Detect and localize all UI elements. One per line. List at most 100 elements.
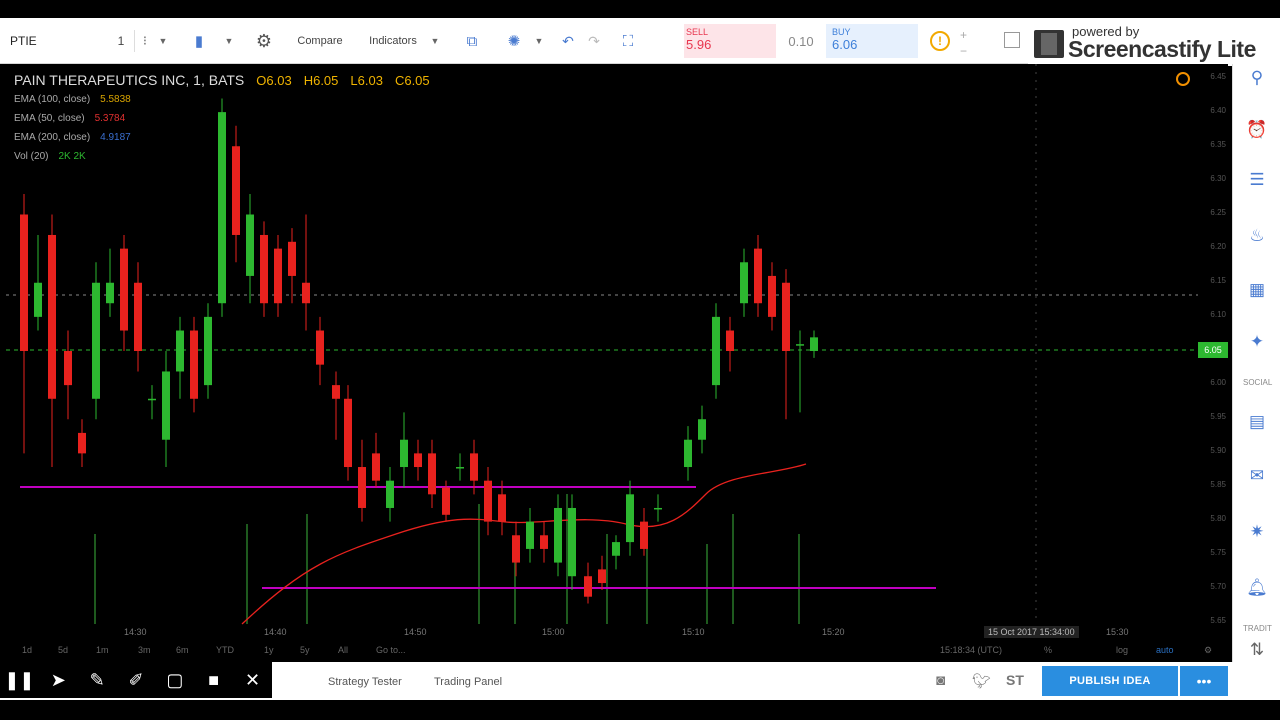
range-1d[interactable]: 1d — [22, 645, 32, 655]
camera-icon[interactable]: ◙ — [936, 672, 945, 689]
trading-label: TRADIT — [1243, 624, 1272, 633]
chat-icon[interactable]: ▤ — [1245, 410, 1269, 434]
candle-body — [740, 262, 748, 304]
candles-icon[interactable]: ▮ — [190, 18, 208, 64]
highlighter-icon[interactable]: ✐ — [117, 662, 156, 698]
indicator-ema200[interactable]: EMA (200, close) 4.9187 — [14, 128, 430, 147]
candle-body — [754, 248, 762, 304]
candle-body — [344, 398, 352, 468]
templates-icon[interactable]: ⧉ — [460, 18, 484, 64]
volume-bar — [566, 494, 568, 624]
time-axis[interactable]: 14:30 14:40 14:50 15:00 15:10 15:20 15:30 15 Oc… — [6, 624, 1228, 642]
candle-body — [400, 439, 408, 468]
search-icon[interactable]: ⚲ — [1245, 66, 1269, 90]
tab-trading-panel[interactable]: Trading Panel — [434, 676, 502, 688]
chart-title[interactable]: PAIN THERAPEUTICS INC, 1, BATS — [14, 72, 244, 88]
publish-idea-button[interactable]: PUBLISH IDEA — [1042, 666, 1178, 696]
range-3m[interactable]: 3m — [138, 645, 151, 655]
time-tick-label: 14:30 — [124, 627, 147, 637]
hotlist-flame-icon[interactable]: ♨ — [1245, 224, 1269, 248]
percent-toggle[interactable]: % — [1044, 645, 1052, 655]
candle-body — [654, 507, 662, 510]
indicator-ema100[interactable]: EMA (100, close) 5.5838 — [14, 90, 430, 109]
auto-toggle[interactable]: auto — [1156, 645, 1174, 655]
range-1m[interactable]: 1m — [96, 645, 109, 655]
goto-date[interactable]: Go to... — [376, 645, 406, 655]
layout-icon[interactable] — [1004, 32, 1020, 48]
pause-icon[interactable]: ❚❚ — [0, 662, 39, 698]
more-options-button[interactable]: ••• — [1180, 666, 1228, 696]
candle-body — [796, 344, 804, 346]
price-tick-label: 5.80 — [1210, 514, 1226, 523]
price-tick-label: 6.20 — [1210, 242, 1226, 251]
alarm-clock-icon[interactable]: ⏰ — [1245, 118, 1269, 142]
alert-bulb-icon[interactable]: ✺ — [504, 18, 524, 64]
range-5d[interactable]: 5d — [58, 645, 68, 655]
buy-button[interactable]: BUY 6.06 — [826, 24, 918, 58]
range-6m[interactable]: 6m — [176, 645, 189, 655]
chart-pane[interactable]: PAIN THERAPEUTICS INC, 1, BATS O6.03 H6.… — [6, 64, 1228, 640]
ideas-icon[interactable]: ✦ — [1245, 330, 1269, 354]
indicators-button[interactable]: Indicators — [362, 18, 424, 64]
log-toggle[interactable]: log — [1116, 645, 1128, 655]
candle-body — [332, 385, 340, 399]
fullscreen-icon[interactable]: ⛶ — [616, 18, 640, 64]
candle-body — [274, 248, 282, 304]
ohlc-close: C6.05 — [394, 72, 430, 88]
chevron-down-icon[interactable]: ▼ — [428, 18, 442, 64]
candle-body — [470, 453, 478, 481]
time-tick-label: 15:30 — [1106, 627, 1129, 637]
gear-icon[interactable]: ⚙ — [252, 18, 276, 64]
close-icon[interactable]: ✕ — [233, 662, 272, 698]
rectangle-icon[interactable]: ▢ — [155, 662, 194, 698]
sell-button[interactable]: SELL 5.96 — [684, 24, 776, 58]
candle-body — [358, 467, 366, 508]
price-tick-label: 5.90 — [1210, 446, 1226, 455]
price-tick-label: 6.35 — [1210, 140, 1226, 149]
warning-icon[interactable]: ! — [930, 31, 950, 51]
ohlc-low: L6.03 — [350, 72, 383, 88]
watchlist-icon[interactable]: ☰ — [1245, 168, 1269, 192]
price-axis[interactable]: 6.45 6.40 6.35 6.30 6.25 6.20 6.15 6.10 6.05 6.00… — [1198, 64, 1228, 640]
camera-icon[interactable]: ■ — [194, 662, 233, 698]
calendar-icon[interactable]: ▦ — [1245, 278, 1269, 302]
tab-strategy-tester[interactable]: Strategy Tester — [328, 676, 402, 688]
bars-style-icon[interactable]: ⁝ — [138, 18, 152, 64]
minus-icon[interactable]: − — [960, 44, 967, 58]
candle-body — [612, 542, 620, 556]
candle-body — [260, 234, 268, 304]
candle-body — [484, 480, 492, 522]
candle-body — [598, 569, 606, 584]
interval-selector[interactable]: 1 — [110, 18, 132, 64]
pen-icon[interactable]: ✎ — [78, 662, 117, 698]
indicator-label: Vol (20) — [14, 151, 49, 162]
indicator-ema50[interactable]: EMA (50, close) 5.3784 — [14, 109, 430, 128]
candle-body — [498, 494, 506, 522]
range-5y[interactable]: 5y — [300, 645, 310, 655]
film-icon — [1034, 30, 1064, 58]
chevron-down-icon[interactable]: ▼ — [156, 18, 170, 64]
volume-bar — [306, 514, 308, 624]
symbol-search[interactable]: PTIE — [10, 18, 110, 64]
stocktwits-icon[interactable]: ST — [1006, 672, 1024, 688]
range-1y[interactable]: 1y — [264, 645, 274, 655]
streams-icon[interactable]: ✷ — [1245, 520, 1269, 544]
twitter-icon[interactable]: 🐦︎ — [972, 672, 991, 690]
gear-icon[interactable]: ⚙ — [1204, 645, 1212, 656]
dom-icon[interactable]: ⇅ — [1245, 638, 1269, 662]
undo-icon[interactable]: ↶ — [558, 18, 578, 64]
pointer-icon[interactable]: ➤ — [39, 662, 78, 698]
utc-clock[interactable]: 15:18:34 (UTC) — [940, 645, 1002, 655]
notifications-bell-icon[interactable]: 🔔︎ — [1245, 576, 1269, 600]
range-all[interactable]: All — [338, 645, 348, 655]
compare-button[interactable]: Compare — [290, 18, 350, 64]
messages-icon[interactable]: ✉ — [1245, 464, 1269, 488]
indicator-volume[interactable]: Vol (20) 2K 2K — [14, 147, 430, 166]
chevron-down-icon[interactable]: ▼ — [532, 18, 546, 64]
range-ytd[interactable]: YTD — [216, 645, 234, 655]
redo-icon[interactable]: ↷ — [584, 18, 604, 64]
indicator-value: 5.3784 — [94, 113, 126, 124]
chevron-down-icon[interactable]: ▼ — [222, 18, 236, 64]
clock-icon[interactable] — [1176, 72, 1190, 86]
plus-icon[interactable]: + — [960, 28, 967, 42]
